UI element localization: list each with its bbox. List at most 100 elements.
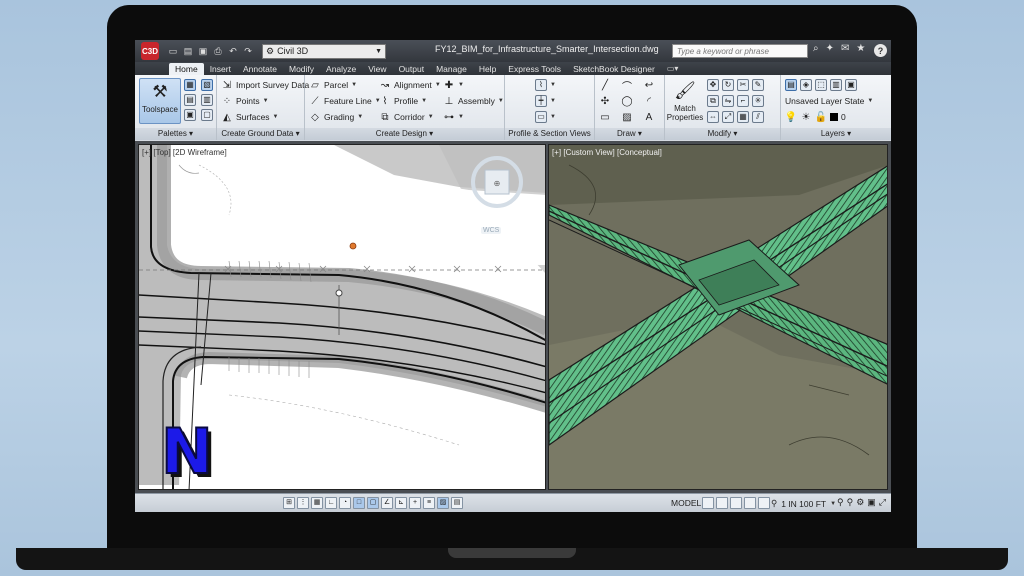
viewport-right-label[interactable]: [+] [Custom View] [Conceptual] <box>552 148 662 157</box>
open-icon[interactable]: ▤ <box>182 45 194 57</box>
settings-icon[interactable]: ▧ <box>201 79 213 91</box>
layer-select[interactable]: 💡 ☀ 🔓 0 <box>785 111 846 123</box>
quick-view-drawings-icon[interactable] <box>716 497 728 509</box>
mirror-icon[interactable]: ⇋ <box>722 95 734 107</box>
viewport-top-2d[interactable]: [+] [Top] [2D Wireframe] ⊕ WCS N <box>138 144 546 490</box>
redo-icon[interactable]: ↷ <box>242 45 254 57</box>
layer-properties-icon[interactable]: ▤ <box>785 79 797 91</box>
object-snap-icon[interactable]: □ <box>353 497 365 509</box>
profile-button[interactable]: ⌇ Profile ▼ <box>379 95 428 107</box>
layer-isolate-icon[interactable]: ▣ <box>845 79 857 91</box>
ribbon-minimize-icon[interactable]: ▭▾ <box>661 63 685 75</box>
auto-scale-icon[interactable]: ⚲ <box>847 497 854 508</box>
move-tool-icon[interactable]: ✥ <box>707 79 719 91</box>
alignment-button[interactable]: ↝ Alignment ▼ <box>379 79 441 91</box>
panel-create-ground-data-footer[interactable]: Create Ground Data ▾ <box>217 128 304 140</box>
search-input[interactable]: Type a keyword or phrase <box>672 44 808 58</box>
wcs-label[interactable]: WCS <box>481 227 502 234</box>
ortho-mode-icon[interactable]: ∟ <box>325 497 337 509</box>
intersection-button[interactable]: ✚ ▼ <box>443 79 464 91</box>
viewport-3d-conceptual[interactable]: [+] [Custom View] [Conceptual] <box>548 144 888 490</box>
parcel-button[interactable]: ▱ Parcel ▼ <box>309 79 357 91</box>
rotate-icon[interactable]: ↻ <box>722 79 734 91</box>
tab-help[interactable]: Help <box>473 63 502 75</box>
scale-icon[interactable]: ⤢ <box>722 111 734 123</box>
tab-express-tools[interactable]: Express Tools <box>502 63 567 75</box>
tab-home[interactable]: Home <box>169 63 204 75</box>
annotation-visibility-icon[interactable]: ⚲ <box>837 497 844 508</box>
copy-icon[interactable]: ⧉ <box>707 95 719 107</box>
pipe-network-button[interactable]: ⊶ ▼ <box>443 111 464 123</box>
arc-icon[interactable]: ◜ <box>643 95 655 107</box>
panel-profile-section-footer[interactable]: Profile & Section Views <box>505 128 594 140</box>
subscription-icon[interactable]: ✦ <box>826 43 834 54</box>
tool-palettes-icon[interactable]: ▢ <box>201 109 213 121</box>
lineweight-icon[interactable]: ≡ <box>423 497 435 509</box>
lock-ui-icon[interactable]: ▣ <box>867 497 876 508</box>
sample-lines-button[interactable]: ┿ ▼ <box>535 95 556 107</box>
dynamic-input-icon[interactable]: + <box>409 497 421 509</box>
panel-create-design-footer[interactable]: Create Design ▾ <box>305 128 504 140</box>
quick-view-layouts-icon[interactable] <box>702 497 714 509</box>
binoculars-icon[interactable]: ⌕ <box>813 43 819 54</box>
prospector-icon[interactable]: ▦ <box>184 79 196 91</box>
layer-make-current-icon[interactable]: ◈ <box>800 79 812 91</box>
match-properties-button[interactable]: 🖌 Match Properties <box>667 78 703 122</box>
fillet-icon[interactable]: ⌐ <box>737 95 749 107</box>
profile-view-button[interactable]: ⌇ ▼ <box>535 79 556 91</box>
panel-modify-footer[interactable]: Modify ▾ <box>665 128 780 140</box>
tab-view[interactable]: View <box>362 63 392 75</box>
points-button[interactable]: ⁘ Points ▼ <box>221 95 269 107</box>
tab-analyze[interactable]: Analyze <box>320 63 362 75</box>
undo-icon[interactable]: ↶ <box>227 45 239 57</box>
array-icon[interactable]: ▦ <box>737 111 749 123</box>
transparency-icon[interactable]: ▨ <box>437 497 449 509</box>
import-survey-button[interactable]: ⇲ Import Survey Data <box>221 79 309 91</box>
viewport-left-label[interactable]: [+] [Top] [2D Wireframe] <box>142 148 227 157</box>
offset-icon[interactable]: ⫽ <box>752 111 764 123</box>
toolspace-button[interactable]: ⚒ Toolspace <box>139 78 181 124</box>
grading-button[interactable]: ◇ Grading ▼ <box>309 111 363 123</box>
tab-insert[interactable]: Insert <box>204 63 237 75</box>
tab-output[interactable]: Output <box>393 63 431 75</box>
workspace-switching-icon[interactable]: ⚙ <box>856 497 864 508</box>
text-icon[interactable]: A <box>643 111 655 123</box>
assembly-button[interactable]: ⊥ Assembly ▼ <box>443 95 504 107</box>
corridor-button[interactable]: ⧉ Corridor ▼ <box>379 111 433 123</box>
properties-icon[interactable]: ▣ <box>184 109 196 121</box>
workspace-select[interactable]: ⚙ Civil 3D ▼ <box>262 43 386 59</box>
panel-layers-footer[interactable]: Layers ▾ <box>781 128 891 140</box>
ducs-icon[interactable]: ⊾ <box>395 497 407 509</box>
clean-screen-icon[interactable]: ⤢ <box>879 497 886 508</box>
polar-tracking-icon[interactable]: ◔ <box>339 497 351 509</box>
communication-icon[interactable]: ✉ <box>841 43 849 54</box>
stretch-icon[interactable]: ⇔ <box>707 111 719 123</box>
toolbox-icon[interactable]: ▥ <box>201 94 213 106</box>
hatch-icon[interactable]: ▨ <box>621 111 633 123</box>
pan-icon[interactable] <box>730 497 742 509</box>
explode-icon[interactable]: ✳ <box>752 95 764 107</box>
rectangle-icon[interactable]: ▭ <box>599 111 611 123</box>
quick-properties-icon[interactable]: ▤ <box>451 497 463 509</box>
trim-icon[interactable]: ✂ <box>737 79 749 91</box>
steering-wheel-icon[interactable] <box>758 497 770 509</box>
panel-palettes-footer[interactable]: Palettes ▾ <box>135 128 216 140</box>
section-views-button[interactable]: ▭ ▼ <box>535 111 556 123</box>
layer-match-icon[interactable]: ⬚ <box>815 79 827 91</box>
star-icon[interactable]: ★ <box>856 43 865 54</box>
tab-modify[interactable]: Modify <box>283 63 320 75</box>
print-icon[interactable]: ⎙ <box>212 45 224 57</box>
feature-line-button[interactable]: ⟋ Feature Line ▼ <box>309 95 381 107</box>
tab-manage[interactable]: Manage <box>430 63 473 75</box>
help-button[interactable]: ? <box>874 44 887 57</box>
surfaces-button[interactable]: ◭ Surfaces ▼ <box>221 111 278 123</box>
tab-annotate[interactable]: Annotate <box>237 63 283 75</box>
layer-previous-icon[interactable]: ▥ <box>830 79 842 91</box>
circle-icon[interactable]: ◯ <box>621 95 633 107</box>
model-space-label[interactable]: MODEL <box>671 498 701 508</box>
save-icon[interactable]: ▣ <box>197 45 209 57</box>
edit-icon[interactable]: ✎ <box>752 79 764 91</box>
polyline-icon[interactable]: ⌒ <box>621 79 633 93</box>
grid-display-icon[interactable]: ▦ <box>311 497 323 509</box>
move-icon[interactable]: ✣ <box>599 95 611 107</box>
